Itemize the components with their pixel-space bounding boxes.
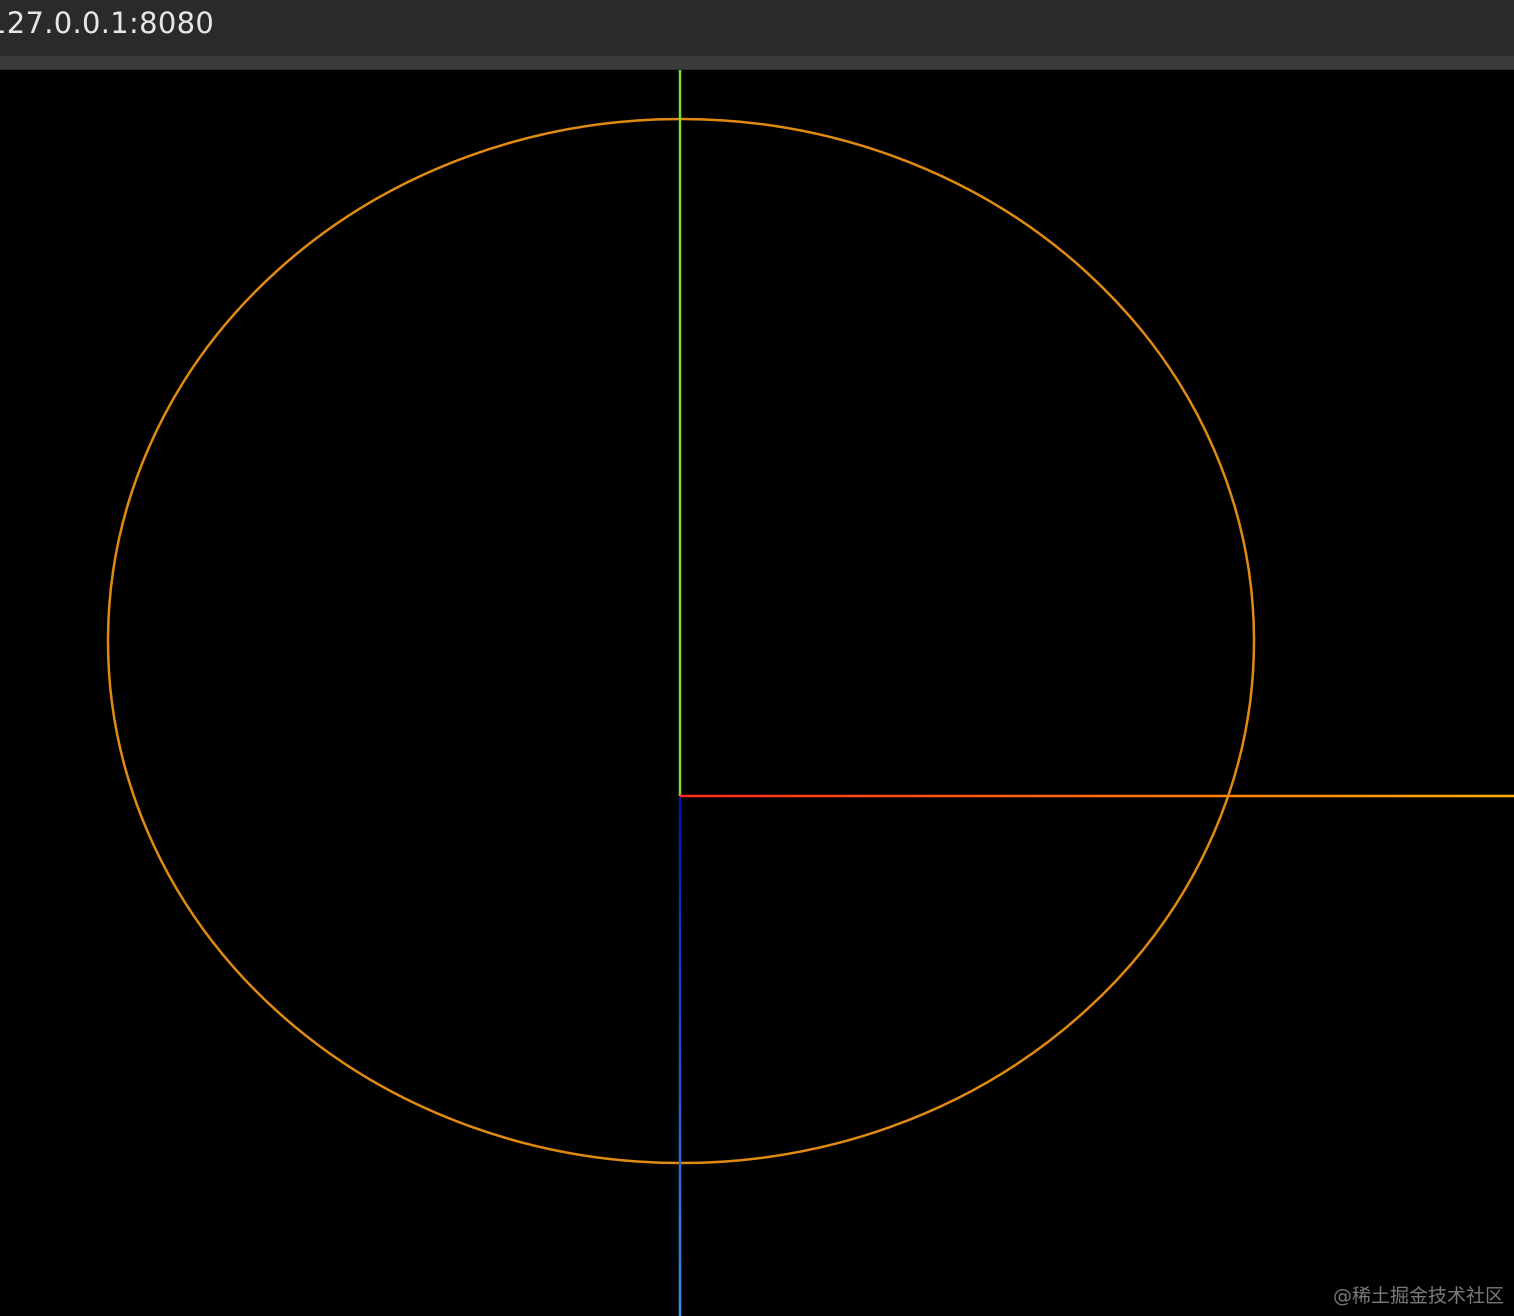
scene-svg xyxy=(106,70,1514,1316)
browser-toolbar-strip xyxy=(0,56,1514,70)
url-text[interactable]: 127.0.0.1:8080 xyxy=(0,6,214,40)
webgl-canvas[interactable] xyxy=(0,70,1514,1316)
address-bar[interactable]: 127.0.0.1:8080 xyxy=(0,0,1514,56)
watermark: @稀土掘金技术社区 xyxy=(1332,1285,1504,1307)
